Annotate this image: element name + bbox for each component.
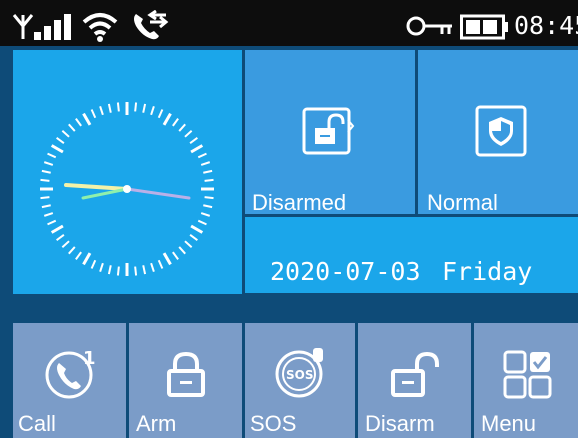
clock-hour-tick: [82, 112, 92, 126]
clock-minute-tick: [116, 266, 120, 276]
disarm-button[interactable]: Disarm: [358, 323, 471, 438]
clock-minute-tick: [107, 265, 112, 275]
sos-icon: SOS: [275, 348, 323, 398]
clock-minute-tick: [134, 102, 138, 112]
wifi-icon: [82, 13, 118, 42]
clock-minute-tick: [41, 204, 51, 209]
phone-transfer-icon: [134, 10, 169, 40]
clock-tile[interactable]: [13, 50, 242, 294]
clock-minute-tick: [43, 161, 54, 166]
clock-minute-tick: [184, 130, 193, 138]
clock-minute-tick: [61, 240, 70, 248]
second-hand: [81, 187, 129, 200]
clock-minute-tick: [172, 118, 179, 127]
clock-hour-tick: [50, 144, 64, 154]
battery-icon: [460, 14, 508, 40]
clock-minute-tick: [90, 109, 97, 119]
clock-minute-tick: [200, 161, 211, 166]
analog-clock: [40, 102, 214, 276]
unlock-icon: [302, 107, 355, 155]
clock-minute-tick: [150, 262, 155, 273]
clock-hour-tick: [162, 112, 172, 126]
arm-label: Arm: [136, 411, 177, 436]
clock-minute-tick: [40, 196, 50, 200]
clock-minute-tick: [197, 152, 207, 159]
clock-minute-tick: [99, 262, 104, 273]
disarm-label: Disarm: [365, 411, 435, 436]
clock-minute-tick: [189, 234, 198, 241]
clock-minute-tick: [197, 219, 207, 226]
call-label: Call: [18, 411, 56, 436]
clock-minute-tick: [116, 102, 120, 112]
clock-hour-tick: [162, 252, 172, 266]
key-icon: [406, 16, 452, 36]
clock-minute-tick: [200, 212, 211, 217]
menu-button[interactable]: Menu: [474, 323, 578, 438]
clock-minute-tick: [68, 123, 76, 132]
clock-minute-tick: [61, 130, 70, 138]
clock-minute-tick: [189, 137, 198, 144]
clock-minute-tick: [203, 204, 213, 209]
hour-hand: [64, 183, 129, 191]
clock-minute-tick: [99, 105, 104, 116]
clock-minute-tick: [47, 152, 57, 159]
menu-grid-icon: [503, 350, 552, 399]
clock-minute-tick: [43, 212, 54, 217]
clock-minute-tick: [56, 234, 65, 241]
unlock-icon: [391, 351, 439, 397]
normal-label: Normal: [427, 190, 498, 215]
normal-status-tile[interactable]: Normal: [418, 50, 578, 214]
clock-minute-tick: [204, 178, 214, 182]
clock-minute-tick: [90, 259, 97, 269]
status-time: 08:45: [514, 11, 578, 40]
arm-button[interactable]: Arm: [129, 323, 242, 438]
sos-button[interactable]: SOS SOS: [245, 323, 355, 438]
clock-minute-tick: [41, 169, 51, 174]
clock-minute-tick: [56, 137, 65, 144]
disarmed-label: Disarmed: [252, 190, 347, 215]
clock-minute-tick: [142, 265, 147, 275]
svg-text:SOS: SOS: [286, 368, 314, 382]
clock-minute-tick: [172, 251, 179, 260]
signal-bars-icon: [34, 14, 71, 40]
clock-minute-tick: [107, 103, 112, 113]
clock-minute-tick: [142, 103, 147, 113]
home-screen: Disarmed Normal 2020-07-03 Friday 1 Call…: [0, 46, 578, 438]
call-button[interactable]: 1 Call: [13, 323, 126, 438]
sos-label: SOS: [250, 411, 297, 436]
clock-hour-tick: [190, 224, 204, 234]
clock-minute-tick: [184, 240, 193, 248]
lock-icon: [167, 351, 205, 397]
date-tile: 2020-07-03 Friday: [245, 217, 578, 293]
clock-minute-tick: [134, 266, 138, 276]
antenna-icon: [12, 14, 34, 39]
weekday-text: Friday: [442, 257, 533, 286]
clock-hour-tick: [82, 252, 92, 266]
clock-minute-tick: [157, 109, 164, 119]
clock-minute-tick: [75, 118, 82, 127]
clock-minute-tick: [178, 246, 186, 255]
clock-minute-tick: [68, 246, 76, 255]
clock-minute-tick: [40, 178, 50, 182]
shield-icon: [475, 105, 527, 157]
clock-minute-tick: [75, 251, 82, 260]
clock-minute-tick: [204, 196, 214, 200]
clock-minute-tick: [150, 105, 155, 116]
phone-icon: 1: [45, 348, 96, 399]
status-bar: 08:45: [0, 0, 578, 46]
clock-hour-tick: [50, 224, 64, 234]
clock-minute-tick: [47, 219, 57, 226]
svg-text:1: 1: [83, 348, 96, 369]
clock-minute-tick: [157, 259, 164, 269]
clock-minute-tick: [178, 123, 186, 132]
minute-hand: [125, 187, 191, 200]
disarmed-status-tile[interactable]: Disarmed: [245, 50, 415, 214]
clock-hour-tick: [190, 144, 204, 154]
menu-label: Menu: [481, 411, 537, 436]
clock-minute-tick: [203, 169, 213, 174]
date-text: 2020-07-03: [270, 257, 421, 286]
